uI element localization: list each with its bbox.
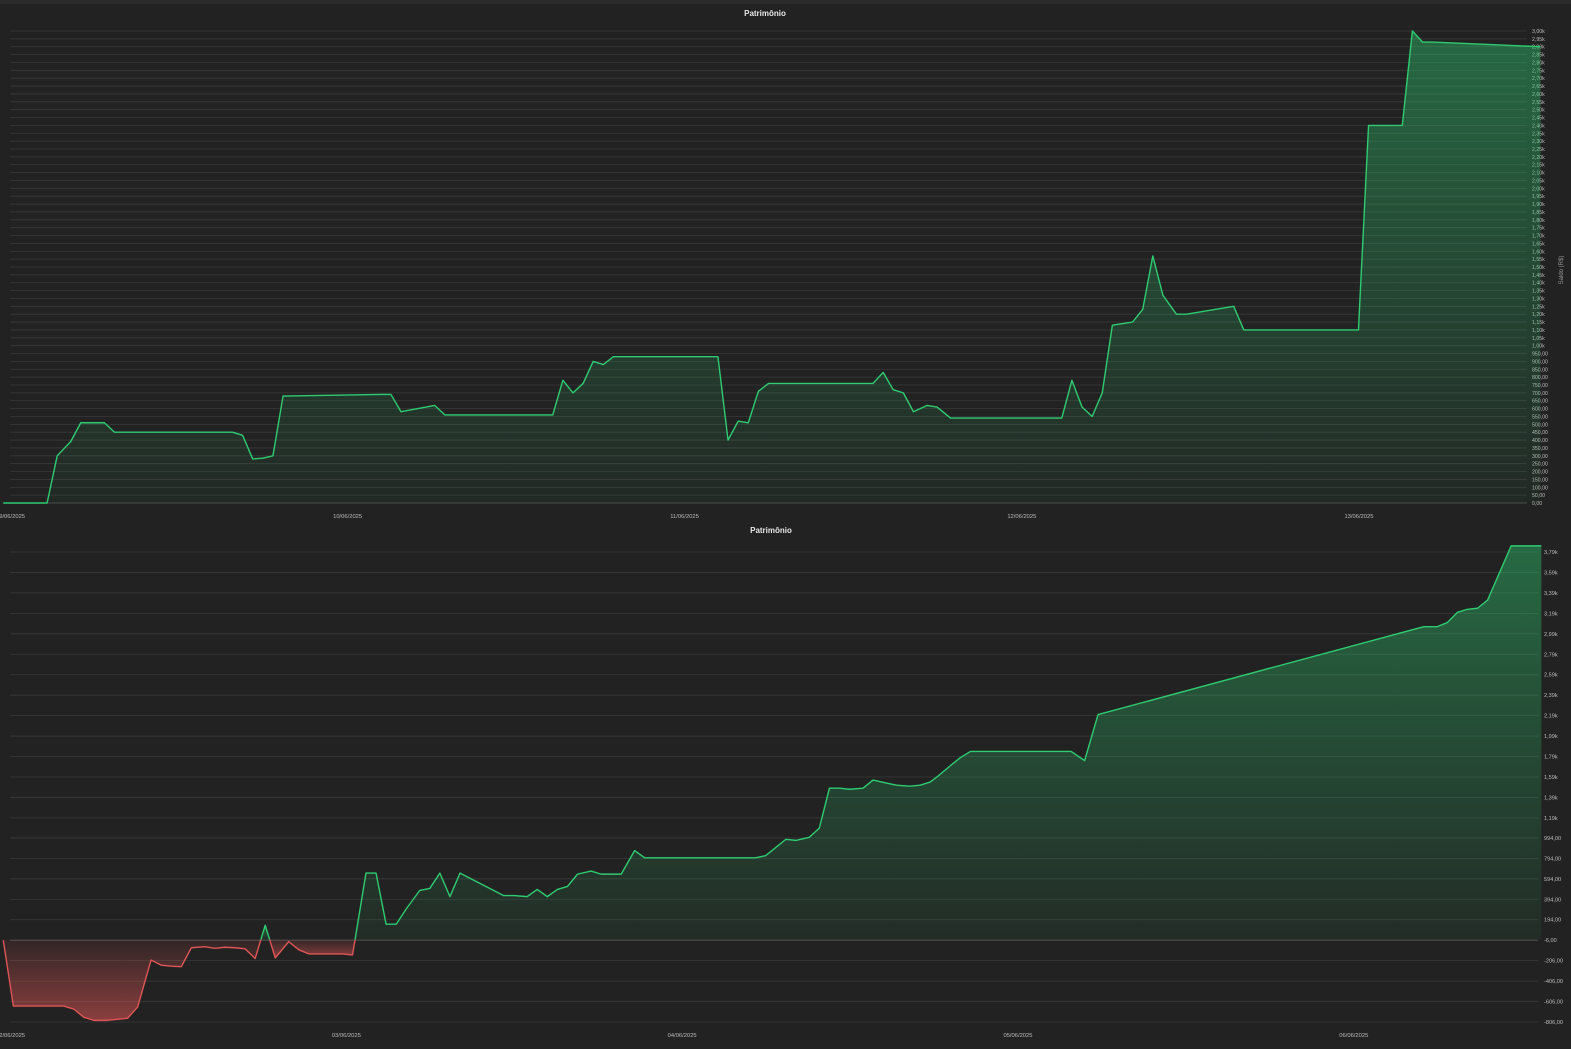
x-tick-label: 03/06/2025 bbox=[332, 1033, 361, 1039]
chart-1-y-axis-label: Saldo (R$) bbox=[1559, 256, 1565, 285]
y-tick-label: 1,99k bbox=[1544, 734, 1558, 740]
chart-1-x-tick-labels: 09/06/2025 10/06/2025 11/06/2025 12/06/2025… bbox=[0, 514, 1373, 520]
y-tick-label: 1,39k bbox=[1544, 795, 1558, 801]
y-tick-label: -406,00 bbox=[1544, 979, 1563, 985]
x-tick-label: 12/06/2025 bbox=[1007, 514, 1036, 520]
chart-2-y-tick-labels: 3,79k 3,59k 3,39k 3,19k 2,99k 2,79k 2,59k 2,39k… bbox=[1544, 550, 1563, 1026]
chart-2-area bbox=[2, 545, 1542, 1022]
x-tick-label: 04/06/2025 bbox=[668, 1033, 697, 1039]
chart-2: Patrimônio 3,79k 3,59k 3,39k 3,19k 2,99k 2,79… bbox=[0, 526, 1563, 1039]
y-tick-label: 1,59k bbox=[1544, 775, 1558, 781]
x-tick-label: 10/06/2025 bbox=[333, 514, 362, 520]
charts-canvas: Patrimônio 3,00k2,95k2,90k2,85k2,80k2,75… bbox=[0, 9, 1565, 1039]
y-tick-label: 3,59k bbox=[1544, 570, 1558, 576]
y-tick-label: -806,00 bbox=[1544, 1020, 1563, 1026]
positive-area-fill bbox=[355, 545, 1542, 940]
chart-2-title: Patrimônio bbox=[750, 526, 792, 535]
y-tick-label: 1,19k bbox=[1544, 816, 1558, 822]
y-tick-label: 2,19k bbox=[1544, 714, 1558, 720]
chart-2-x-tick-labels: 02/06/2025 03/06/2025 04/06/2025 05/06/2025… bbox=[0, 1033, 1368, 1039]
y-tick-label: 394,00 bbox=[1544, 897, 1561, 903]
y-tick-label: 3,19k bbox=[1544, 611, 1558, 617]
y-tick-label: 1,79k bbox=[1544, 755, 1558, 761]
y-tick-label: 594,00 bbox=[1544, 877, 1561, 883]
x-tick-label: 09/06/2025 bbox=[0, 514, 25, 520]
y-tick-label: 994,00 bbox=[1544, 836, 1561, 842]
chart-1: Patrimônio 3,00k2,95k2,90k2,85k2,80k2,75… bbox=[0, 9, 1565, 520]
y-tick-label: -6,00 bbox=[1544, 938, 1557, 944]
y-tick-label: 2,39k bbox=[1544, 693, 1558, 699]
x-tick-label: 11/06/2025 bbox=[670, 514, 699, 520]
x-tick-label: 13/06/2025 bbox=[1344, 514, 1373, 520]
y-tick-label: 2,99k bbox=[1544, 632, 1558, 638]
x-tick-label: 06/06/2025 bbox=[1339, 1033, 1368, 1039]
y-tick-label: 3,79k bbox=[1544, 550, 1558, 556]
y-tick-label: 3,39k bbox=[1544, 591, 1558, 597]
y-tick-label: 3,00k bbox=[1532, 29, 1545, 35]
y-tick-label: 2,59k bbox=[1544, 673, 1558, 679]
y-tick-label: 2,79k bbox=[1544, 652, 1558, 658]
x-tick-label: 05/06/2025 bbox=[1003, 1033, 1032, 1039]
y-tick-label: 2,95k bbox=[1532, 37, 1545, 43]
y-tick-label: 194,00 bbox=[1544, 918, 1561, 924]
y-tick-label: -206,00 bbox=[1544, 959, 1563, 965]
y-tick-label: -606,00 bbox=[1544, 1000, 1563, 1006]
x-tick-label: 02/06/2025 bbox=[0, 1033, 25, 1039]
chart-1-title: Patrimônio bbox=[744, 9, 786, 18]
negative-area-fill bbox=[3, 939, 261, 1021]
y-tick-label: 794,00 bbox=[1544, 856, 1561, 862]
